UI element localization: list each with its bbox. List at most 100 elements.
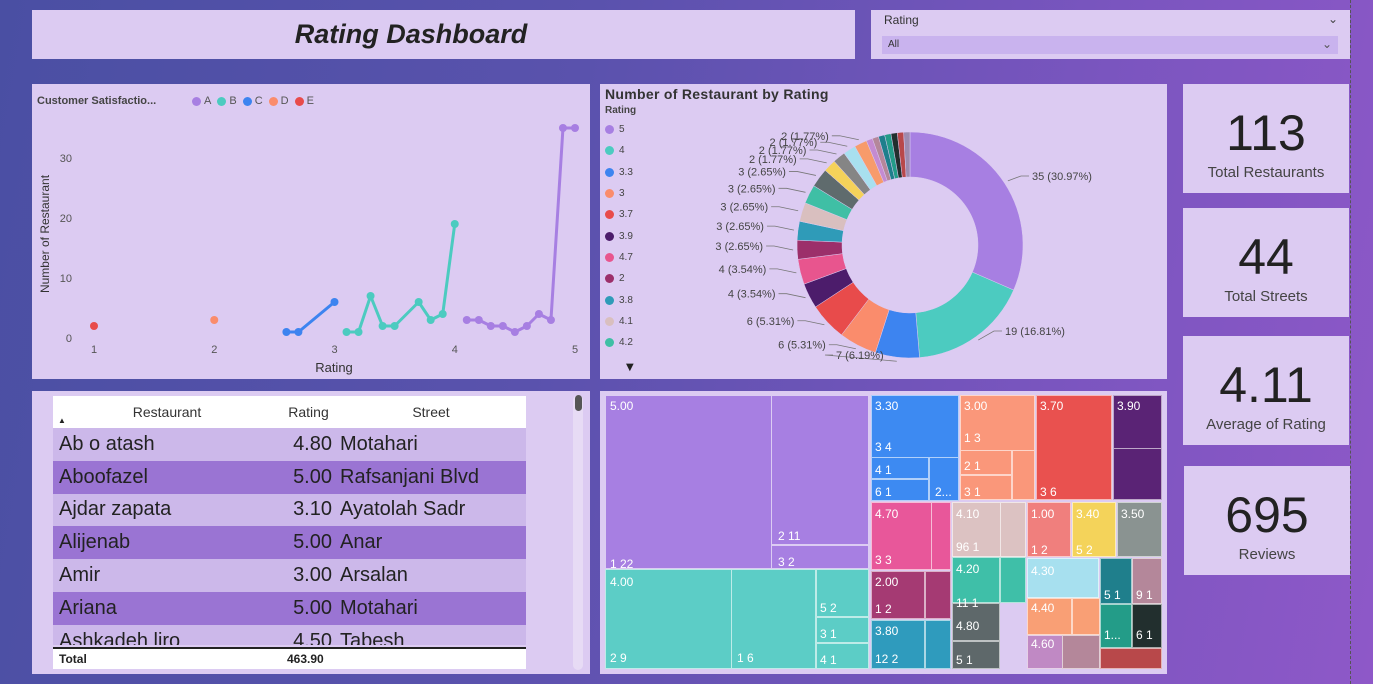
cell-rating: 5.00	[293, 596, 332, 619]
data-label: 6 (5.31%)	[747, 316, 795, 328]
data-label: 4 (3.54%)	[728, 289, 776, 301]
table-body: Ab o atash 4.80 Motahari Aboofazel 5.00 Rafsa…	[53, 428, 526, 645]
treemap-cell[interactable]	[1072, 598, 1100, 635]
scrollbar-thumb[interactable]	[575, 395, 582, 411]
donut-slice-4	[915, 271, 1014, 358]
kpi-value: 44	[1238, 229, 1294, 285]
cell-street: Motahari	[340, 596, 418, 619]
customer-satisfaction-chart[interactable]: Customer Satisfactio... A B C D E 0 10 20 3…	[32, 84, 590, 379]
table-row[interactable]: Ab o atash 4.80 Motahari	[53, 428, 526, 461]
y-tick-label: 30	[60, 153, 72, 165]
column-header-restaurant[interactable]: Restaurant	[53, 404, 281, 420]
treemap-label: 1.00	[1031, 507, 1055, 521]
treemap-cell[interactable]	[925, 620, 951, 669]
table-row[interactable]: Aboofazel 5.00 Rafsanjani Blvd	[53, 460, 526, 494]
leader-line	[831, 135, 859, 141]
table-row[interactable]: Ashkadeh liro 4.50 Tabesh	[53, 624, 526, 645]
treemap-cell[interactable]	[1000, 557, 1026, 603]
restaurants-by-rating-chart[interactable]: Number of Restaurant by Rating Rating 54…	[600, 84, 1167, 379]
table-row[interactable]: Ajdar zapata 3.10 Ayatolah Sadr	[53, 493, 526, 527]
line-chart-svg: 0 10 20 30 1 2 3 4 5 Rating Number of Restaurant	[38, 124, 579, 375]
treemap-cell[interactable]	[771, 395, 869, 545]
cell-rating: 4.50	[293, 629, 332, 645]
treemap-label: 4.20	[956, 562, 980, 576]
slicer-label: Rating	[884, 13, 919, 27]
cell-restaurant: Ab o atash	[59, 432, 155, 455]
x-tick-label: 4	[452, 344, 458, 356]
treemap-label: 3 6	[1040, 485, 1057, 499]
treemap-label: 5 2	[820, 601, 837, 615]
restaurant-table[interactable]: ▲ Restaurant Rating Street Ab o atash 4.8…	[32, 391, 590, 674]
table-total-row: Total 463.90	[53, 647, 526, 669]
table: ▲ Restaurant Rating Street Ab o atash 4.8…	[53, 396, 526, 645]
chevron-down-icon[interactable]: ⌄	[1322, 37, 1332, 51]
kpi-label: Average of Rating	[1206, 416, 1326, 433]
leader-line	[778, 293, 806, 299]
cell-street: Anar	[340, 531, 383, 554]
treemap-label: 3.50	[1121, 507, 1145, 521]
treemap-cell[interactable]	[1000, 502, 1026, 557]
cell-rating: 5.00	[293, 465, 332, 488]
treemap-label: 3 4	[875, 440, 892, 454]
x-axis-label: Rating	[315, 360, 353, 375]
cell-restaurant: Ariana	[59, 596, 117, 619]
y-axis-label: Number of Restaurant	[38, 174, 52, 293]
treemap-label: 96 1	[956, 540, 980, 554]
treemap-label: 3 1	[820, 627, 837, 641]
treemap-label: 2 1	[964, 459, 981, 473]
table-scrollbar[interactable]	[573, 395, 583, 670]
y-tick-label: 0	[66, 333, 72, 345]
treemap-label: 12 2	[875, 652, 899, 666]
treemap-cell[interactable]	[1062, 635, 1100, 669]
treemap-label: 3.70	[1040, 399, 1064, 413]
y-tick-label: 10	[60, 273, 72, 285]
table-row[interactable]: Amir 3.00 Arsalan	[53, 559, 526, 592]
column-header-street[interactable]: Street	[336, 404, 526, 420]
kpi-value: 4.11	[1219, 357, 1313, 413]
x-tick-label: 1	[91, 344, 97, 356]
treemap-cell[interactable]	[1012, 450, 1035, 500]
kpi-card-average-rating: 4.11 Average of Rating	[1183, 336, 1349, 445]
data-point	[378, 322, 387, 330]
data-point	[522, 322, 531, 330]
chevron-down-icon[interactable]: ⌄	[1328, 12, 1338, 26]
treemap-label: 1 22	[610, 557, 634, 571]
data-point	[426, 316, 435, 324]
treemap-label: 2 9	[610, 651, 627, 665]
leader-line	[799, 158, 827, 164]
cell-street: Rafsanjani Blvd	[340, 465, 479, 488]
total-label: Total	[59, 652, 87, 666]
data-label: 4 (3.54%)	[719, 264, 767, 276]
treemap-cell[interactable]	[1113, 448, 1162, 500]
cell-street: Tabesh	[340, 629, 405, 645]
data-point	[294, 328, 303, 336]
treemap-label: 2 11	[778, 529, 801, 543]
data-label: 3 (2.65%)	[720, 202, 768, 214]
data-point	[546, 316, 555, 324]
data-point	[390, 322, 399, 330]
treemap-label: 1 6	[737, 651, 754, 665]
table-row[interactable]: Alijenab 5.00 Anar	[53, 526, 526, 560]
rating-slicer[interactable]: Rating ⌄ All ⌄	[871, 10, 1350, 59]
data-label: 3 (2.65%)	[728, 183, 776, 195]
cell-restaurant: Aboofazel	[59, 465, 148, 488]
slicer-dropdown[interactable]: All ⌄	[882, 36, 1338, 54]
treemap-cell[interactable]	[925, 571, 951, 619]
data-point	[438, 310, 447, 318]
treemap-label: 3 1	[964, 485, 981, 499]
treemap-label: 5 2	[1076, 543, 1093, 557]
rating-treemap[interactable]: 5.00 1 22 2 11 3 2 4.00 2 9 1 6 5 2 3 1 4 1 3.30 3 …	[600, 391, 1167, 674]
sort-ascending-icon[interactable]: ▲	[58, 416, 66, 425]
treemap-label: 3 2	[778, 555, 795, 569]
table-row[interactable]: Ariana 5.00 Motahari	[53, 591, 526, 625]
treemap-label: 3.30	[875, 399, 899, 413]
treemap-label: 6 1	[875, 485, 892, 499]
treemap-cell[interactable]	[931, 502, 951, 570]
cell-restaurant: Alijenab	[59, 531, 131, 554]
leader-line	[788, 171, 817, 176]
column-header-rating[interactable]: Rating	[281, 404, 336, 420]
data-label: 2 (1.77%)	[781, 131, 829, 143]
treemap-label: 1 2	[875, 602, 892, 616]
treemap-cell[interactable]	[1100, 648, 1162, 669]
data-label: 19 (16.81%)	[1005, 326, 1065, 338]
